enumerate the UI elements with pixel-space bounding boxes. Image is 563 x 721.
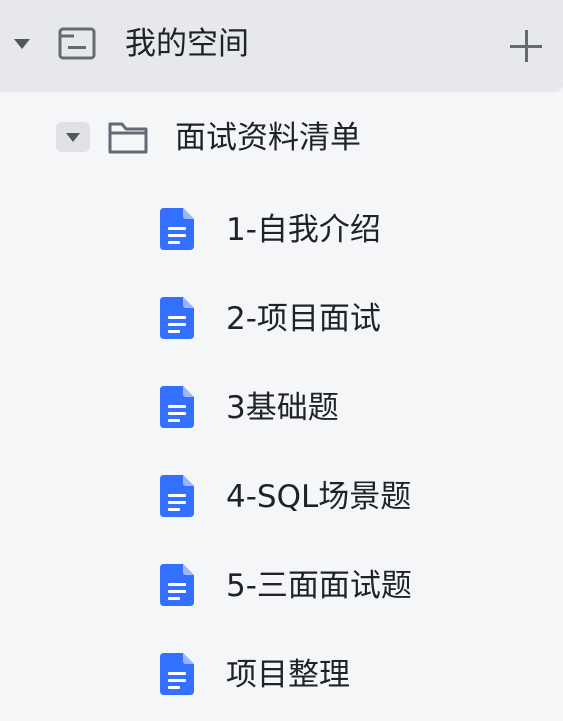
doc-title: 3基础题 bbox=[226, 390, 339, 426]
tree-node-doc[interactable]: 3基础题 bbox=[0, 362, 563, 454]
folder-title: 面试资料清单 bbox=[175, 120, 361, 156]
sidebar-tree: 我的空间 面试资料清单 1-自我介绍 2-项目面试 3基础题 4-SQL场景题 5-三面… bbox=[0, 0, 563, 721]
space-title: 我的空间 bbox=[125, 26, 249, 62]
space-icon bbox=[58, 27, 96, 60]
doc-icon bbox=[160, 386, 194, 428]
plus-icon[interactable] bbox=[508, 28, 544, 64]
doc-title: 4-SQL场景题 bbox=[226, 479, 412, 515]
folder-icon bbox=[108, 122, 148, 154]
doc-icon bbox=[160, 208, 194, 250]
doc-icon bbox=[160, 297, 194, 339]
doc-icon bbox=[160, 475, 194, 517]
tree-node-doc[interactable]: 项目整理 bbox=[0, 629, 563, 721]
doc-icon bbox=[160, 564, 194, 606]
tree-node-doc[interactable]: 1-自我介绍 bbox=[0, 184, 563, 276]
tree-node-folder[interactable]: 面试资料清单 bbox=[0, 92, 563, 184]
doc-title: 2-项目面试 bbox=[226, 301, 381, 337]
doc-title: 5-三面面试题 bbox=[226, 568, 412, 604]
doc-icon bbox=[160, 653, 194, 695]
tree-node-doc[interactable]: 4-SQL场景题 bbox=[0, 451, 563, 543]
caret-down-icon bbox=[66, 133, 80, 142]
folder-toggle[interactable] bbox=[56, 122, 90, 152]
doc-title: 1-自我介绍 bbox=[226, 212, 381, 248]
tree-node-doc[interactable]: 5-三面面试题 bbox=[0, 540, 563, 632]
doc-title: 项目整理 bbox=[226, 657, 350, 693]
caret-down-icon[interactable] bbox=[14, 39, 30, 49]
tree-node-my-space[interactable]: 我的空间 bbox=[0, 0, 563, 92]
tree-node-doc[interactable]: 2-项目面试 bbox=[0, 273, 563, 365]
